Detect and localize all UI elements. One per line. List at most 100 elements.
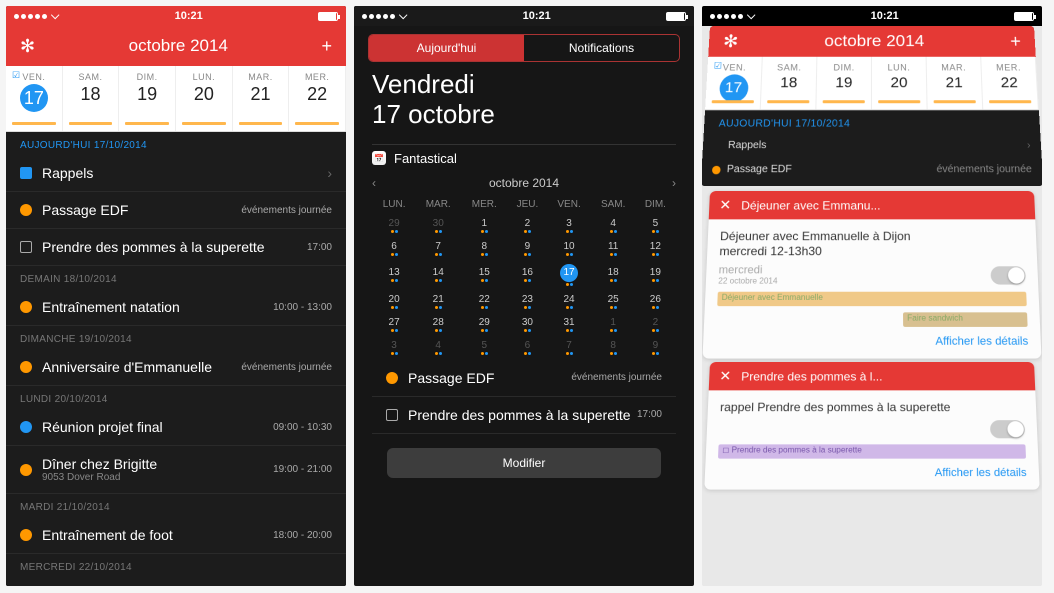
calendar-day[interactable]: 1 bbox=[592, 314, 635, 335]
calendar-day[interactable]: 4 bbox=[592, 215, 635, 236]
calendar-day[interactable]: 29 bbox=[374, 215, 414, 236]
event-row[interactable]: Passage EDFévénements journée bbox=[6, 192, 346, 229]
calendar-day[interactable]: 12 bbox=[637, 238, 674, 259]
calendar-day[interactable]: 5 bbox=[637, 215, 674, 236]
day-cell[interactable]: SAM.18 bbox=[63, 66, 120, 131]
widget-app-row[interactable]: 📅 Fantastical bbox=[372, 144, 676, 172]
widget-tabs[interactable]: Aujourd'hui Notifications bbox=[368, 34, 680, 62]
day-cell[interactable]: LUN.20 bbox=[872, 57, 928, 109]
event-row[interactable]: Dîner chez Brigitte9053 Dover Road19:00 … bbox=[6, 446, 346, 494]
calendar-day[interactable]: 2 bbox=[637, 314, 674, 335]
calendar-day[interactable]: 22 bbox=[462, 291, 506, 312]
close-icon[interactable]: ✕ bbox=[719, 197, 731, 214]
calendar-day[interactable]: 14 bbox=[416, 261, 460, 289]
day-cell[interactable]: MER.22 bbox=[981, 57, 1039, 109]
app-preview-card[interactable]: ✻ octobre 2014 + ☑VEN.17SAM.18DIM.19LUN.… bbox=[702, 26, 1042, 186]
section-header: MARDI 21/10/2014 bbox=[6, 494, 346, 517]
checkbox-icon[interactable] bbox=[20, 241, 32, 253]
calendar-day[interactable]: 10 bbox=[549, 238, 590, 259]
calendar-day[interactable]: 29 bbox=[462, 314, 506, 335]
day-cell[interactable]: MAR.21 bbox=[927, 57, 984, 109]
calendar-day[interactable]: 3 bbox=[549, 215, 590, 236]
day-cell[interactable]: MER.22 bbox=[289, 66, 346, 131]
add-icon[interactable]: + bbox=[321, 36, 332, 57]
settings-icon[interactable]: ✻ bbox=[723, 31, 739, 51]
widget-event-row[interactable]: Passage EDFévénements journée bbox=[372, 360, 676, 397]
calendar-day[interactable]: 23 bbox=[508, 291, 546, 312]
calendar-day[interactable]: 20 bbox=[374, 291, 414, 312]
calendar-day[interactable]: 17 bbox=[549, 261, 590, 289]
calendar-day[interactable]: 15 bbox=[462, 261, 506, 289]
calendar-day[interactable]: 27 bbox=[374, 314, 414, 335]
calendar-day[interactable]: 6 bbox=[374, 238, 414, 259]
day-cell[interactable]: MAR.21 bbox=[233, 66, 290, 131]
calendar-day[interactable]: 24 bbox=[549, 291, 590, 312]
calendar-day[interactable]: 3 bbox=[374, 337, 414, 358]
calendar-day[interactable]: 25 bbox=[592, 291, 635, 312]
calendar-day[interactable]: 30 bbox=[416, 215, 460, 236]
day-cell[interactable]: ☑VEN.17 bbox=[6, 66, 63, 131]
calendar-day[interactable]: 11 bbox=[592, 238, 635, 259]
tab-notifications[interactable]: Notifications bbox=[524, 35, 679, 61]
calendar-day[interactable]: 7 bbox=[416, 238, 460, 259]
modify-button[interactable]: Modifier bbox=[387, 448, 661, 478]
tab-today[interactable]: Aujourd'hui bbox=[369, 35, 524, 61]
checkbox-icon[interactable] bbox=[20, 167, 32, 179]
event-row[interactable]: Passage EDFévénements journée bbox=[702, 157, 1042, 181]
add-icon[interactable]: + bbox=[1010, 31, 1022, 51]
day-cell[interactable]: SAM.18 bbox=[761, 57, 818, 109]
calendar-day[interactable]: 26 bbox=[637, 291, 674, 312]
event-row[interactable]: Rappels› bbox=[6, 155, 346, 192]
calendar-day[interactable]: 9 bbox=[637, 337, 674, 358]
event-row[interactable]: Prendre des pommes à la superette17:00 bbox=[6, 229, 346, 266]
event-dot-icon bbox=[386, 372, 398, 384]
calendar-day[interactable]: 1 bbox=[462, 215, 506, 236]
event-row[interactable]: Réunion projet final09:00 - 10:30 bbox=[6, 409, 346, 446]
calendar-day[interactable]: 16 bbox=[508, 261, 546, 289]
next-month-icon[interactable]: › bbox=[672, 176, 676, 190]
event-title: Rappels bbox=[42, 165, 327, 181]
week-strip[interactable]: ☑VEN.17SAM.18DIM.19LUN.20MAR.21MER.22 bbox=[6, 66, 346, 132]
calendar-day[interactable]: 2 bbox=[508, 215, 546, 236]
event-row[interactable]: Entraînement natation10:00 - 13:00 bbox=[6, 289, 346, 326]
calendar-day[interactable]: 7 bbox=[549, 337, 590, 358]
event-row[interactable]: Entraînement de foot18:00 - 20:00 bbox=[6, 517, 346, 554]
calendar-day[interactable]: 4 bbox=[416, 337, 460, 358]
calendar-day[interactable]: 28 bbox=[416, 314, 460, 335]
details-link[interactable]: Afficher les détails bbox=[717, 467, 1027, 479]
notification-card[interactable]: ✕ Prendre des pommes à l... rappel Prend… bbox=[704, 362, 1039, 490]
month-calendar[interactable]: LUN.MAR.MER.JEU.VEN.SAM.DIM.293012345678… bbox=[372, 194, 676, 360]
header-title[interactable]: octobre 2014 bbox=[129, 36, 228, 56]
event-list[interactable]: AUJOURD'HUI 17/10/2014Rappels›Passage ED… bbox=[6, 132, 346, 586]
event-title: Réunion projet final bbox=[42, 419, 273, 435]
day-cell[interactable]: DIM.19 bbox=[119, 66, 176, 131]
calendar-day[interactable]: 19 bbox=[637, 261, 674, 289]
day-cell[interactable]: LUN.20 bbox=[176, 66, 233, 131]
calendar-day[interactable]: 9 bbox=[508, 238, 546, 259]
day-cell[interactable]: DIM.19 bbox=[816, 57, 872, 109]
month-label[interactable]: octobre 2014 bbox=[489, 176, 559, 190]
calendar-day[interactable]: 13 bbox=[374, 261, 414, 289]
calendar-day[interactable]: 31 bbox=[549, 314, 590, 335]
prev-month-icon[interactable]: ‹ bbox=[372, 176, 376, 190]
calendar-day[interactable]: 18 bbox=[592, 261, 635, 289]
screenshot-main-app: ⌵ 10:21 ✻ octobre 2014 + ☑VEN.17SAM.18DI… bbox=[6, 6, 346, 586]
day-cell[interactable]: ☑VEN.17 bbox=[705, 57, 763, 109]
calendar-day[interactable]: 21 bbox=[416, 291, 460, 312]
calendar-day[interactable]: 6 bbox=[508, 337, 546, 358]
event-row[interactable]: Rappels› bbox=[702, 134, 1041, 158]
settings-icon[interactable]: ✻ bbox=[20, 36, 35, 57]
notification-card[interactable]: ✕ Déjeuner avec Emmanu... Déjeuner avec … bbox=[702, 191, 1041, 359]
calendar-day[interactable]: 5 bbox=[462, 337, 506, 358]
event-row[interactable]: Dentiste bbox=[6, 577, 346, 586]
details-link[interactable]: Afficher les détails bbox=[715, 335, 1028, 348]
calendar-day[interactable]: 8 bbox=[592, 337, 635, 358]
event-row[interactable]: Anniversaire d'Emmanuelleévénements jour… bbox=[6, 349, 346, 386]
calendar-day[interactable]: 30 bbox=[508, 314, 546, 335]
toggle-switch[interactable] bbox=[990, 420, 1025, 438]
calendar-day[interactable]: 8 bbox=[462, 238, 506, 259]
checkbox-icon[interactable] bbox=[386, 409, 398, 421]
close-icon[interactable]: ✕ bbox=[719, 368, 731, 385]
widget-event-row[interactable]: Prendre des pommes à la superette17:00 bbox=[372, 397, 676, 434]
toggle-switch[interactable] bbox=[990, 266, 1025, 284]
